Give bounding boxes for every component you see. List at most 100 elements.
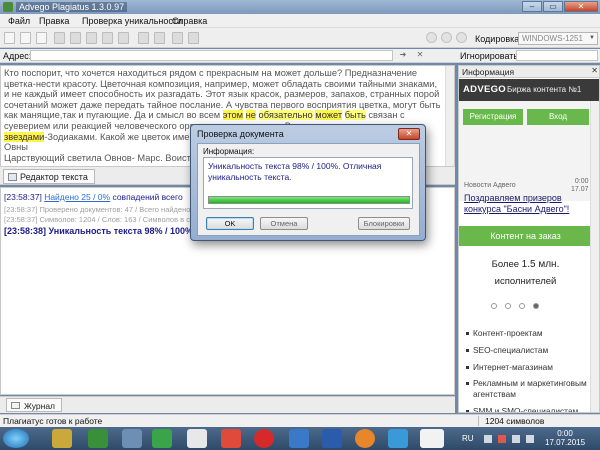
sidebar-title: Информация xyxy=(462,67,515,77)
tab-text-editor[interactable]: Редактор текста xyxy=(3,169,95,184)
tab-text-editor-label: Редактор текста xyxy=(20,172,88,182)
matches-link[interactable]: Найдено 25 / 0% xyxy=(44,192,110,202)
firefox-icon[interactable] xyxy=(355,429,375,448)
encoding-select[interactable]: WINDOWS-1251 ▼ xyxy=(518,32,598,45)
login-button[interactable]: Вход xyxy=(527,109,589,125)
plagiatus-icon[interactable] xyxy=(420,429,444,448)
clock-date: 17.07.2015 xyxy=(545,438,586,447)
window-title: Advego Plagiatus 1.3.0.97 xyxy=(16,2,128,12)
address-label: Адрес: xyxy=(3,51,32,61)
check-document-dialog: Проверка документа ✕ Информация: Уникаль… xyxy=(190,124,426,241)
address-input[interactable] xyxy=(30,50,393,61)
editor-scrollbar[interactable] xyxy=(445,66,454,166)
offer-line-2: исполнителей xyxy=(494,276,557,287)
settings-icon[interactable] xyxy=(172,32,183,44)
lock-icon[interactable] xyxy=(441,32,452,43)
undo-icon[interactable] xyxy=(102,32,113,44)
progress-fill xyxy=(209,197,409,203)
network-icon[interactable] xyxy=(512,435,520,443)
audience-list-item[interactable]: Рекламным и маркетинговым агентствам xyxy=(465,378,589,399)
toolbar: Кодировка: WINDOWS-1251 ▼ xyxy=(0,28,600,48)
audience-list-item[interactable]: Интернет-магазинам xyxy=(465,362,589,373)
stop-icon[interactable] xyxy=(426,32,437,43)
menu-bar: Файл Правка Проверка уникальности Справк… xyxy=(0,14,600,28)
blocks-button[interactable]: Блокировки xyxy=(358,217,410,230)
speaker-icon[interactable] xyxy=(122,429,142,448)
open-folder-icon[interactable] xyxy=(20,32,31,44)
order-content-button[interactable]: Контент на заказ xyxy=(459,226,592,246)
audience-list-item[interactable]: Контент-проектам xyxy=(465,328,589,339)
highlighted-word: звездами xyxy=(4,131,45,142)
save-icon[interactable] xyxy=(36,32,47,44)
editor-icon xyxy=(8,173,17,181)
check-all-icon[interactable] xyxy=(154,32,165,44)
encoding-label: Кодировка: xyxy=(475,34,522,44)
carousel-dot[interactable] xyxy=(491,303,497,309)
menu-file[interactable]: Файл xyxy=(8,16,30,26)
yandex-icon[interactable] xyxy=(221,429,241,448)
log-time: [23:58:37] xyxy=(4,192,42,202)
copy-icon[interactable] xyxy=(70,32,81,44)
clear-icon[interactable]: ✕ xyxy=(413,50,427,61)
offer-number: 1.5 млн. xyxy=(521,259,560,270)
icq-icon[interactable] xyxy=(152,429,172,448)
dialog-close-button[interactable]: ✕ xyxy=(398,128,420,140)
dialog-title: Проверка документа xyxy=(197,129,284,139)
cancel-button[interactable]: Отмена xyxy=(260,217,308,230)
tray-shield-icon[interactable] xyxy=(498,435,506,443)
ok-button[interactable]: OK xyxy=(206,217,254,230)
check-icon[interactable] xyxy=(138,32,149,44)
news-label: Новости Адвего xyxy=(464,182,516,189)
dialog-info-box: Уникальность текста 98% / 100%. Отличная… xyxy=(203,157,413,209)
minimize-button[interactable]: – xyxy=(522,1,542,12)
maximize-button[interactable]: ▭ xyxy=(543,1,563,12)
tab-journal[interactable]: Журнал xyxy=(6,398,63,412)
go-arrow-icon[interactable]: ➜ xyxy=(396,50,410,61)
encoding-value: WINDOWS-1251 xyxy=(522,34,583,43)
offer-prefix: Более xyxy=(491,259,520,270)
skype-icon[interactable] xyxy=(187,429,207,448)
language-indicator[interactable]: RU xyxy=(462,434,474,443)
redo-icon[interactable] xyxy=(118,32,129,44)
close-icon[interactable]: ✕ xyxy=(591,66,598,75)
explorer-icon[interactable] xyxy=(52,429,72,448)
ie-icon[interactable] xyxy=(388,429,408,448)
register-button[interactable]: Регистрация xyxy=(463,109,523,125)
media-icon[interactable] xyxy=(88,429,108,448)
advego-banner[interactable]: ADVEGO Биржа контента №1 xyxy=(459,79,599,101)
carousel-dot[interactable] xyxy=(533,303,539,309)
tray-up-icon[interactable] xyxy=(484,435,492,443)
status-bar: Плагиатус готов к работе 1204 символов xyxy=(0,414,600,427)
log-text: совпадений всего xyxy=(112,192,183,202)
highlighted-word: этом xyxy=(222,110,244,121)
new-document-icon[interactable] xyxy=(4,32,15,44)
volume-icon[interactable] xyxy=(526,435,534,443)
sidebar-scrollbar[interactable] xyxy=(590,101,599,412)
menu-uniqueness-check[interactable]: Проверка уникальности xyxy=(82,16,182,26)
news-title-link[interactable]: Поздравляем призеров конкурса "Басни Адв… xyxy=(464,193,586,215)
menu-edit[interactable]: Правка xyxy=(39,16,69,26)
report-icon[interactable] xyxy=(188,32,199,44)
highlighted-word: обязательно xyxy=(258,110,313,121)
carousel-dots xyxy=(491,303,539,309)
audience-list-item[interactable]: SMM и SMO-специалистам xyxy=(465,406,589,412)
paste-icon[interactable] xyxy=(86,32,97,44)
carousel-dot[interactable] xyxy=(519,303,525,309)
info-icon[interactable] xyxy=(456,32,467,43)
ignore-domains-input[interactable] xyxy=(516,50,598,61)
system-clock[interactable]: 0:00 17.07.2015 xyxy=(545,429,585,447)
title-bar: Advego Plagiatus 1.3.0.97 – ▭ ✕ xyxy=(0,0,600,14)
taskbar: RU 0:00 17.07.2015 xyxy=(0,427,600,450)
close-button[interactable]: ✕ xyxy=(564,1,598,12)
carousel-dot[interactable] xyxy=(505,303,511,309)
mail-icon[interactable] xyxy=(289,429,309,448)
cut-icon[interactable] xyxy=(54,32,65,44)
offer-text: Более 1.5 млн. исполнителей xyxy=(459,256,592,290)
dialog-body: Информация: Уникальность текста 98% / 10… xyxy=(197,143,420,236)
dialog-group-label: Информация: xyxy=(203,147,255,156)
word-icon[interactable] xyxy=(322,429,342,448)
audience-list-item[interactable]: SEO-специалистам xyxy=(465,345,589,356)
start-button[interactable] xyxy=(3,429,29,448)
opera-icon[interactable] xyxy=(254,429,274,448)
menu-help[interactable]: Справка xyxy=(172,16,207,26)
